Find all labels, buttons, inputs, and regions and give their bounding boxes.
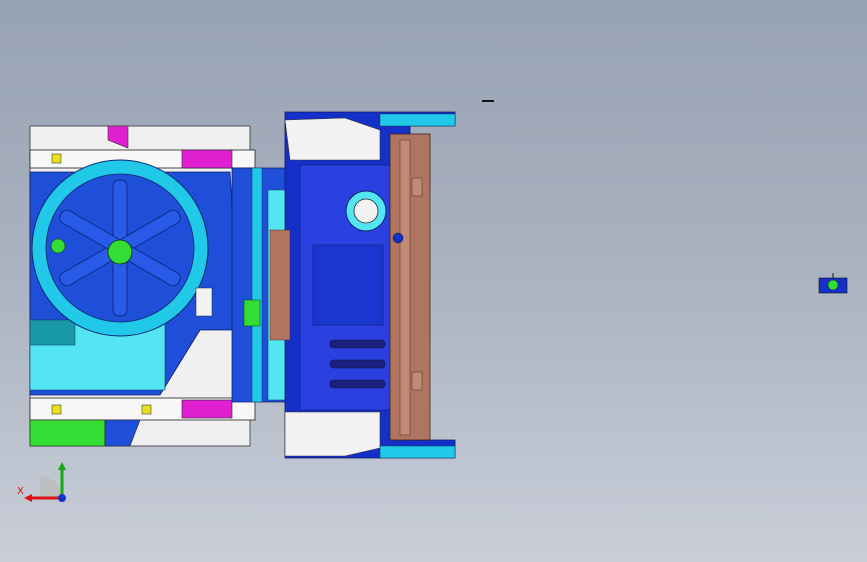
bracket-part[interactable] <box>818 273 848 294</box>
x-axis-label: X <box>17 486 24 497</box>
car-floor-model[interactable] <box>0 0 867 562</box>
axis-triad <box>14 458 74 508</box>
rear-floor-pan[interactable] <box>269 111 456 459</box>
triad-icon <box>24 462 66 502</box>
graphics-viewport[interactable]: X <box>0 0 867 562</box>
